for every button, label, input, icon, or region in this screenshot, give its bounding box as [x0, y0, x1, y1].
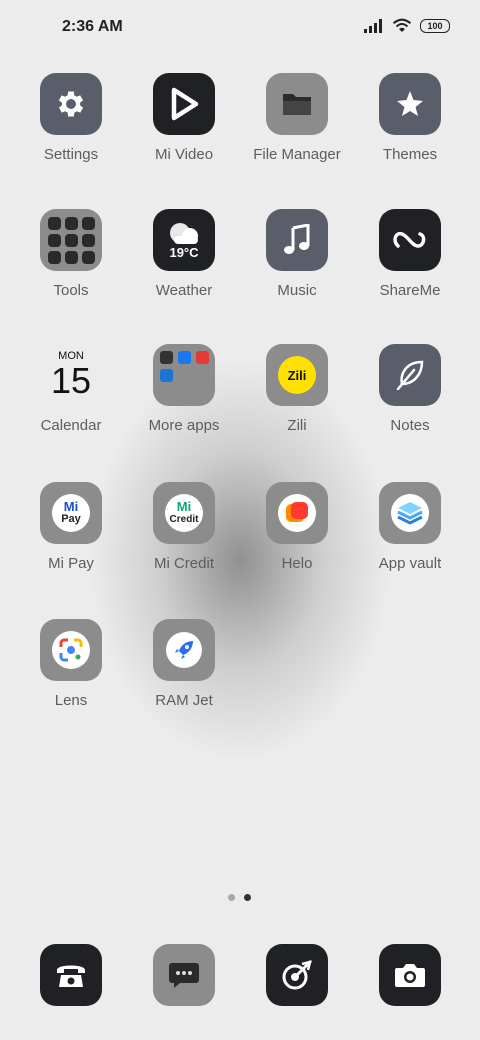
calendar-icon: MON 15	[40, 344, 102, 406]
app-label: Music	[277, 282, 317, 299]
app-label: Calendar	[40, 417, 102, 434]
tools-folder-icon	[40, 209, 102, 271]
message-icon	[153, 944, 215, 1006]
app-mi-video[interactable]: Mi Video	[128, 73, 240, 163]
zili-icon: Zili	[266, 344, 328, 406]
clock: 2:36 AM	[62, 18, 123, 35]
dock-browser[interactable]	[241, 944, 353, 1006]
mi-pay-logo-top: Mi	[63, 499, 79, 514]
status-bar: 2:36 AM 100	[0, 0, 480, 56]
app-lens[interactable]: Lens	[15, 619, 127, 709]
app-label: Mi Pay	[48, 555, 94, 572]
ram-jet-icon	[153, 619, 215, 681]
app-zili[interactable]: Zili Zili	[241, 344, 353, 434]
app-label: More apps	[148, 417, 220, 434]
app-label: Notes	[390, 417, 430, 434]
app-shareme[interactable]: ShareMe	[354, 209, 466, 299]
app-music[interactable]: Music	[241, 209, 353, 299]
app-themes[interactable]: Themes	[354, 73, 466, 163]
folder-icon	[266, 73, 328, 135]
app-label: Weather	[155, 282, 213, 299]
dock-messages[interactable]	[128, 944, 240, 1006]
signal-icon	[364, 18, 382, 33]
phone-icon	[40, 944, 102, 1006]
app-notes[interactable]: Notes	[354, 344, 466, 434]
app-mi-pay[interactable]: Mi Pay Mi Pay	[15, 482, 127, 572]
app-label: Lens	[54, 692, 88, 709]
app-helo[interactable]: Helo	[241, 482, 353, 572]
weather-temp: 19°C	[169, 244, 199, 260]
leaf-icon	[379, 344, 441, 406]
helo-icon	[266, 482, 328, 544]
app-vault-icon	[379, 482, 441, 544]
wifi-icon	[392, 18, 412, 32]
app-ram-jet[interactable]: RAM Jet	[128, 619, 240, 709]
app-label: Mi Credit	[153, 555, 214, 572]
zili-logo: Zili	[278, 356, 316, 394]
app-weather[interactable]: 19°C Weather	[128, 209, 240, 299]
browser-icon	[266, 944, 328, 1006]
battery-icon: 100	[420, 18, 450, 33]
app-file-manager[interactable]: File Manager	[241, 73, 353, 163]
calendar-date: 15	[50, 360, 92, 401]
star-brush-icon	[379, 73, 441, 135]
lens-icon	[40, 619, 102, 681]
app-app-vault[interactable]: App vault	[354, 482, 466, 572]
app-label: RAM Jet	[155, 692, 213, 709]
app-label: App vault	[378, 555, 442, 572]
infinity-icon	[379, 209, 441, 271]
mi-credit-icon: Mi Credit	[153, 482, 215, 544]
app-label: Tools	[53, 282, 89, 299]
app-settings[interactable]: Settings	[15, 73, 127, 163]
music-note-icon	[266, 209, 328, 271]
app-mi-credit[interactable]: Mi Credit Mi Credit	[128, 482, 240, 572]
dock-camera[interactable]	[354, 944, 466, 1006]
cloud-icon	[170, 222, 198, 244]
weather-icon: 19°C	[153, 209, 215, 271]
app-label: File Manager	[253, 146, 341, 163]
app-label: Settings	[43, 146, 99, 163]
app-more-apps[interactable]: More apps	[128, 344, 240, 434]
camera-icon	[379, 944, 441, 1006]
page-dot-active[interactable]	[244, 894, 251, 901]
play-icon	[153, 73, 215, 135]
settings-icon	[40, 73, 102, 135]
app-calendar[interactable]: MON 15 Calendar	[15, 344, 127, 434]
mi-pay-icon: Mi Pay	[40, 482, 102, 544]
app-label: Themes	[382, 146, 438, 163]
status-icons: 100	[364, 18, 450, 33]
page-indicator[interactable]	[228, 894, 251, 901]
mi-credit-logo-top: Mi	[176, 499, 192, 514]
app-label: Helo	[281, 555, 313, 572]
apps-folder-icon	[153, 344, 215, 406]
page-dot[interactable]	[228, 894, 235, 901]
app-label: ShareMe	[379, 282, 441, 299]
rocket-icon	[175, 641, 193, 659]
dock-phone[interactable]	[15, 944, 127, 1006]
app-tools[interactable]: Tools	[15, 209, 127, 299]
mi-credit-logo-bottom: Credit	[169, 514, 199, 525]
app-label: Zili	[287, 417, 307, 434]
mi-pay-logo-bottom: Pay	[61, 513, 81, 525]
app-label: Mi Video	[154, 146, 214, 163]
